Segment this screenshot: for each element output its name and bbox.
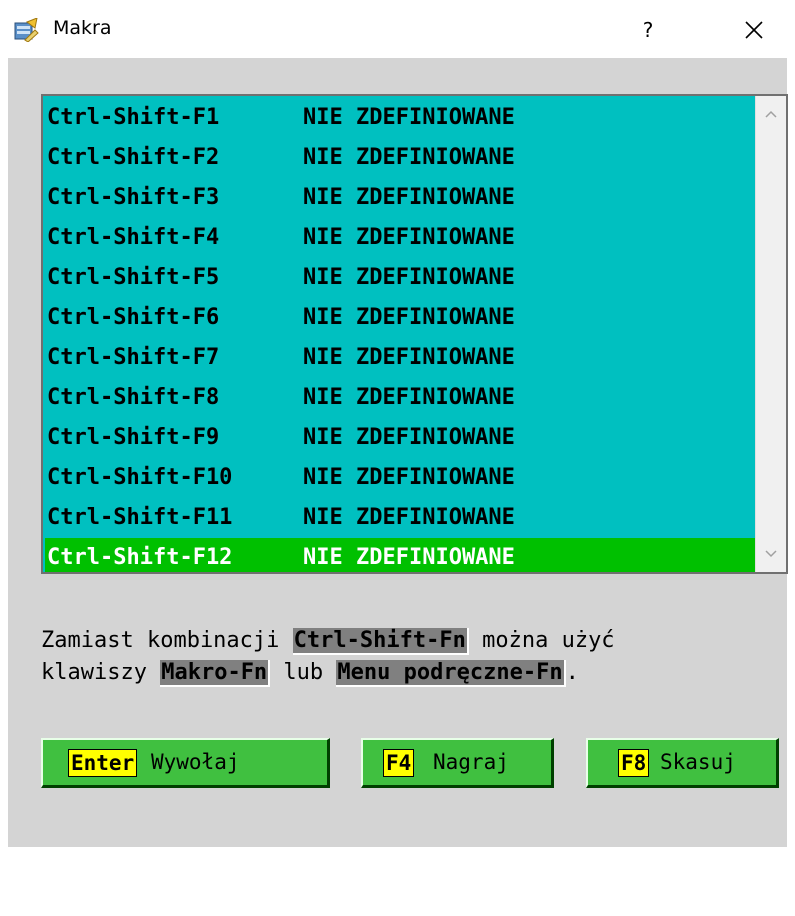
record-macro-button[interactable]: F4 Nagraj bbox=[361, 738, 554, 788]
button-key-f4: F4 bbox=[382, 749, 415, 777]
macro-status: NIE ZDEFINIOWANE bbox=[303, 105, 515, 130]
hint-line1-prefix: Zamiast kombinacji bbox=[41, 628, 293, 653]
button-label: Skasuj bbox=[660, 750, 736, 774]
macro-key: Ctrl-Shift-F3 bbox=[47, 185, 220, 210]
macro-status: NIE ZDEFINIOWANE bbox=[303, 465, 515, 490]
call-macro-button[interactable]: Enter Wywołaj bbox=[41, 738, 330, 788]
macro-status: NIE ZDEFINIOWANE bbox=[303, 225, 515, 250]
macro-list-item[interactable]: Ctrl-Shift-F10 NIE ZDEFINIOWANE bbox=[45, 458, 755, 498]
macro-status: NIE ZDEFINIOWANE bbox=[303, 345, 515, 370]
macro-status: NIE ZDEFINIOWANE bbox=[303, 145, 515, 170]
hint-key-makro-fn: Makro-Fn bbox=[160, 660, 271, 687]
macro-list-item-selected[interactable]: Ctrl-Shift-F12 NIE ZDEFINIOWANE bbox=[45, 538, 755, 572]
macro-key: Ctrl-Shift-F1 bbox=[47, 105, 220, 130]
macro-status: NIE ZDEFINIOWANE bbox=[303, 305, 515, 330]
macro-key: Ctrl-Shift-F11 bbox=[47, 505, 233, 530]
scroll-down-icon[interactable] bbox=[763, 546, 779, 562]
macro-list-item[interactable]: Ctrl-Shift-F7 NIE ZDEFINIOWANE bbox=[45, 338, 755, 378]
hint-line2-prefix: klawiszy bbox=[41, 660, 161, 685]
scroll-up-icon[interactable] bbox=[763, 106, 779, 122]
macro-list-item[interactable]: Ctrl-Shift-F1 NIE ZDEFINIOWANE bbox=[45, 98, 755, 138]
help-button[interactable]: ? bbox=[628, 14, 668, 46]
hint-text: Zamiast kombinacji Ctrl-Shift-Fn można u… bbox=[41, 625, 781, 689]
macro-key: Ctrl-Shift-F6 bbox=[47, 305, 220, 330]
button-key-f8: F8 bbox=[617, 749, 650, 777]
dialog-client-area: Ctrl-Shift-F1 NIE ZDEFINIOWANE Ctrl-Shif… bbox=[8, 58, 788, 847]
macro-status: NIE ZDEFINIOWANE bbox=[303, 505, 515, 530]
macro-list[interactable]: Ctrl-Shift-F1 NIE ZDEFINIOWANE Ctrl-Shif… bbox=[41, 94, 788, 574]
macro-key: Ctrl-Shift-F4 bbox=[47, 225, 220, 250]
macro-key: Ctrl-Shift-F9 bbox=[47, 425, 220, 450]
macro-key: Ctrl-Shift-F2 bbox=[47, 145, 220, 170]
window-title: Makra bbox=[53, 17, 112, 39]
macro-status: NIE ZDEFINIOWANE bbox=[303, 265, 515, 290]
macro-list-item[interactable]: Ctrl-Shift-F6 NIE ZDEFINIOWANE bbox=[45, 298, 755, 338]
macro-key: Ctrl-Shift-F10 bbox=[47, 465, 233, 490]
close-icon bbox=[745, 21, 763, 39]
macro-key: Ctrl-Shift-F5 bbox=[47, 265, 220, 290]
macro-key: Ctrl-Shift-F12 bbox=[47, 545, 233, 570]
macro-list-item[interactable]: Ctrl-Shift-F11 NIE ZDEFINIOWANE bbox=[45, 498, 755, 538]
title-bar: Makra ? bbox=[0, 0, 795, 58]
macro-list-item[interactable]: Ctrl-Shift-F4 NIE ZDEFINIOWANE bbox=[45, 218, 755, 258]
list-scrollbar[interactable] bbox=[755, 96, 786, 572]
button-label: Wywołaj bbox=[151, 750, 240, 774]
macro-status: NIE ZDEFINIOWANE bbox=[303, 185, 515, 210]
makra-app-icon bbox=[14, 18, 39, 42]
hint-line2-middle: lub bbox=[270, 660, 337, 685]
hint-key-ctrl-shift-fn: Ctrl-Shift-Fn bbox=[292, 628, 469, 655]
macro-key: Ctrl-Shift-F7 bbox=[47, 345, 220, 370]
macro-list-item[interactable]: Ctrl-Shift-F2 NIE ZDEFINIOWANE bbox=[45, 138, 755, 178]
hint-line1-suffix: można użyć bbox=[468, 628, 615, 653]
macro-status: NIE ZDEFINIOWANE bbox=[303, 425, 515, 450]
macro-key: Ctrl-Shift-F8 bbox=[47, 385, 220, 410]
hint-line2-suffix: . bbox=[565, 660, 579, 685]
close-button[interactable] bbox=[734, 14, 774, 46]
delete-macro-button[interactable]: F8 Skasuj bbox=[586, 738, 779, 788]
macro-list-item[interactable]: Ctrl-Shift-F5 NIE ZDEFINIOWANE bbox=[45, 258, 755, 298]
button-key-enter: Enter bbox=[67, 749, 138, 777]
macro-status: NIE ZDEFINIOWANE bbox=[303, 545, 515, 570]
macro-status: NIE ZDEFINIOWANE bbox=[303, 385, 515, 410]
hint-key-menu-fn: Menu podręczne-Fn bbox=[336, 660, 566, 687]
button-label: Nagraj bbox=[433, 750, 509, 774]
macro-list-item[interactable]: Ctrl-Shift-F9 NIE ZDEFINIOWANE bbox=[45, 418, 755, 458]
macro-list-item[interactable]: Ctrl-Shift-F8 NIE ZDEFINIOWANE bbox=[45, 378, 755, 418]
macro-list-item[interactable]: Ctrl-Shift-F3 NIE ZDEFINIOWANE bbox=[45, 178, 755, 218]
